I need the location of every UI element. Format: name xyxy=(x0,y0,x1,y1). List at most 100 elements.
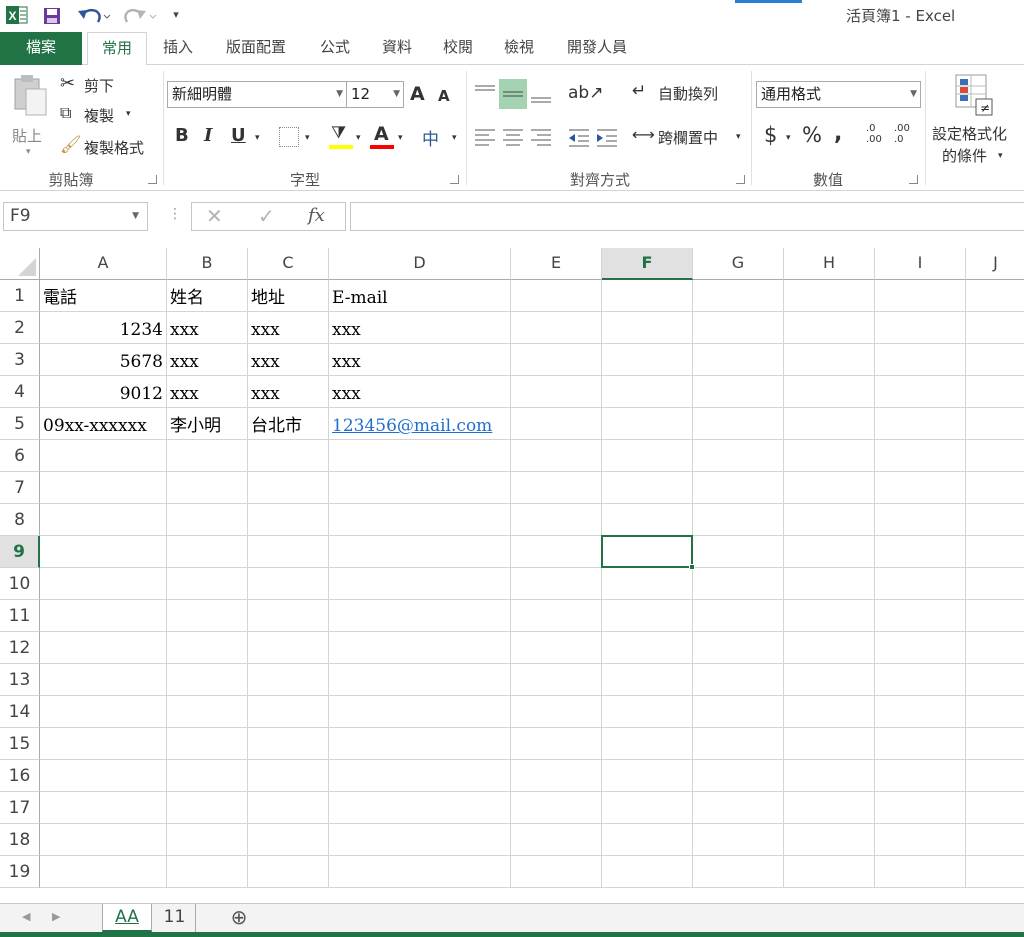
column-header-h[interactable]: H xyxy=(784,248,875,280)
row-header-15[interactable]: 15 xyxy=(0,728,40,760)
cell-f14[interactable] xyxy=(602,696,693,728)
copy-button[interactable]: ⧉ 複製 ▾ xyxy=(60,103,150,127)
merge-center-button[interactable]: ⟷ 跨欄置中 ▾ xyxy=(632,125,748,151)
alignment-launcher-icon[interactable] xyxy=(736,175,745,184)
cell-f12[interactable] xyxy=(602,632,693,664)
cell-b13[interactable] xyxy=(167,664,248,696)
cell-a5[interactable]: 09xx-xxxxxx xyxy=(40,408,167,440)
cell-a2[interactable]: 1234 xyxy=(40,312,167,344)
cell-g16[interactable] xyxy=(693,760,784,792)
cell-j9[interactable] xyxy=(966,536,1024,568)
cell-g11[interactable] xyxy=(693,600,784,632)
cell-b15[interactable] xyxy=(167,728,248,760)
cell-g12[interactable] xyxy=(693,632,784,664)
column-header-e[interactable]: E xyxy=(511,248,602,280)
cell-b11[interactable] xyxy=(167,600,248,632)
fill-color-button[interactable]: ⧩ xyxy=(329,123,353,149)
cell-j13[interactable] xyxy=(966,664,1024,696)
cell-e18[interactable] xyxy=(511,824,602,856)
cell-e12[interactable] xyxy=(511,632,602,664)
percent-button[interactable]: % xyxy=(802,123,822,147)
cell-a9[interactable] xyxy=(40,536,167,568)
align-middle-button[interactable] xyxy=(499,79,527,109)
cell-i1[interactable] xyxy=(875,280,966,312)
column-header-b[interactable]: B xyxy=(167,248,248,280)
cell-i9[interactable] xyxy=(875,536,966,568)
cell-e9[interactable] xyxy=(511,536,602,568)
row-header-18[interactable]: 18 xyxy=(0,824,40,856)
cell-d7[interactable] xyxy=(329,472,511,504)
cell-j12[interactable] xyxy=(966,632,1024,664)
column-header-d[interactable]: D xyxy=(329,248,511,280)
cell-g8[interactable] xyxy=(693,504,784,536)
cell-g3[interactable] xyxy=(693,344,784,376)
worksheet-grid[interactable]: A B C D E F G H I J 1 電話 姓名 地址 E-mail 2 1234 xxx xxx xxx 3 56… xyxy=(0,248,1024,903)
cell-d5[interactable]: 123456@mail.com xyxy=(329,408,511,440)
cell-c12[interactable] xyxy=(248,632,329,664)
cell-c2[interactable]: xxx xyxy=(248,312,329,344)
font-family-select[interactable]: 新細明體 ▼ xyxy=(167,81,347,108)
cell-i13[interactable] xyxy=(875,664,966,696)
cell-f3[interactable] xyxy=(602,344,693,376)
cell-b10[interactable] xyxy=(167,568,248,600)
cell-h14[interactable] xyxy=(784,696,875,728)
tab-home[interactable]: 常用 xyxy=(87,32,147,66)
cell-i6[interactable] xyxy=(875,440,966,472)
cell-g17[interactable] xyxy=(693,792,784,824)
cell-c18[interactable] xyxy=(248,824,329,856)
column-header-a[interactable]: A xyxy=(40,248,167,280)
row-header-9[interactable]: 9 xyxy=(0,536,40,568)
cell-d1[interactable]: E-mail xyxy=(329,280,511,312)
number-launcher-icon[interactable] xyxy=(909,175,918,184)
row-header-12[interactable]: 12 xyxy=(0,632,40,664)
cell-f11[interactable] xyxy=(602,600,693,632)
cell-d8[interactable] xyxy=(329,504,511,536)
cell-e19[interactable] xyxy=(511,856,602,888)
cell-b19[interactable] xyxy=(167,856,248,888)
fill-handle[interactable] xyxy=(689,564,695,570)
cell-e8[interactable] xyxy=(511,504,602,536)
cell-g9[interactable] xyxy=(693,536,784,568)
cell-f15[interactable] xyxy=(602,728,693,760)
cell-d19[interactable] xyxy=(329,856,511,888)
cell-a16[interactable] xyxy=(40,760,167,792)
sheet-tab-11[interactable]: 11 xyxy=(154,904,196,932)
cell-d18[interactable] xyxy=(329,824,511,856)
formula-input[interactable] xyxy=(350,202,1024,231)
cell-e14[interactable] xyxy=(511,696,602,728)
cell-c19[interactable] xyxy=(248,856,329,888)
undo-icon[interactable] xyxy=(76,5,112,27)
cell-c8[interactable] xyxy=(248,504,329,536)
phonetic-guide-button[interactable]: 中 xyxy=(422,125,439,150)
enter-icon[interactable]: ✓ xyxy=(258,204,275,228)
cell-f5[interactable] xyxy=(602,408,693,440)
cell-f1[interactable] xyxy=(602,280,693,312)
font-color-dropdown-icon[interactable]: ▾ xyxy=(398,133,403,143)
comma-button[interactable]: , xyxy=(834,121,842,146)
font-size-select[interactable]: 12 ▼ xyxy=(346,81,404,108)
cell-j4[interactable] xyxy=(966,376,1024,408)
row-header-4[interactable]: 4 xyxy=(0,376,40,408)
row-header-17[interactable]: 17 xyxy=(0,792,40,824)
cell-c9[interactable] xyxy=(248,536,329,568)
cell-c3[interactable]: xxx xyxy=(248,344,329,376)
cell-h18[interactable] xyxy=(784,824,875,856)
redo-icon[interactable] xyxy=(122,5,158,27)
column-header-j[interactable]: J xyxy=(966,248,1024,280)
cell-d15[interactable] xyxy=(329,728,511,760)
currency-button[interactable]: $ xyxy=(764,123,777,147)
qat-customize-button[interactable]: ▾ xyxy=(168,4,184,26)
row-header-5[interactable]: 5 xyxy=(0,408,40,440)
cell-h5[interactable] xyxy=(784,408,875,440)
save-icon[interactable] xyxy=(42,6,62,26)
cell-g15[interactable] xyxy=(693,728,784,760)
grow-font-button[interactable]: A xyxy=(410,83,425,105)
cell-b8[interactable] xyxy=(167,504,248,536)
cell-g14[interactable] xyxy=(693,696,784,728)
cell-h12[interactable] xyxy=(784,632,875,664)
cell-b3[interactable]: xxx xyxy=(167,344,248,376)
cell-j2[interactable] xyxy=(966,312,1024,344)
cell-j19[interactable] xyxy=(966,856,1024,888)
cell-f7[interactable] xyxy=(602,472,693,504)
cell-f18[interactable] xyxy=(602,824,693,856)
